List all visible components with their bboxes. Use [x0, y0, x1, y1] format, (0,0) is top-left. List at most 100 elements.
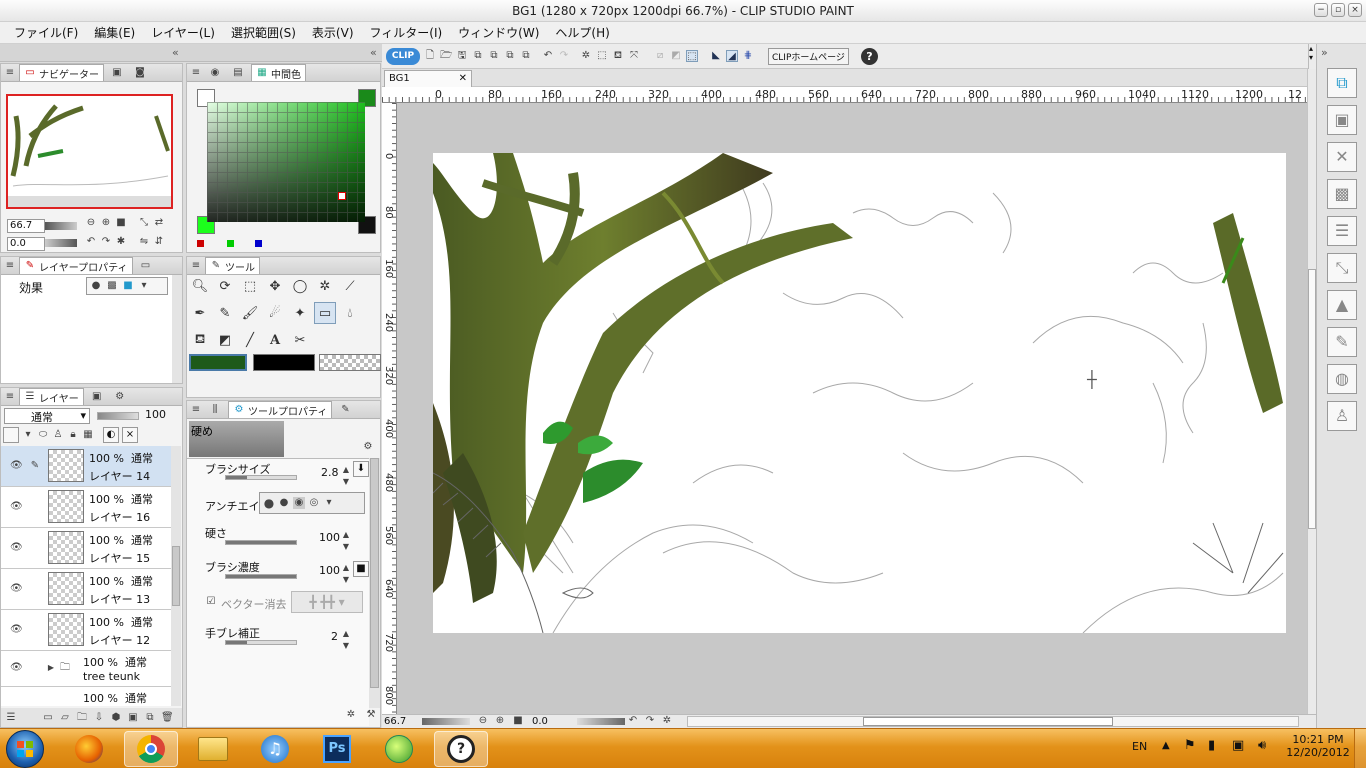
status-zoom[interactable]: 66.7: [384, 716, 422, 727]
clip-home-button[interactable]: CLIPホームページ: [768, 47, 849, 65]
opacity-slider[interactable]: [97, 412, 139, 420]
eye-icon[interactable]: 👁︎: [10, 542, 23, 554]
snap-grid-icon[interactable]: ⋕: [742, 50, 754, 62]
figure-tool-icon[interactable]: ╱: [239, 329, 261, 351]
antialias-weak-icon[interactable]: ●: [278, 497, 290, 509]
open-file-icon[interactable]: 🗁: [440, 50, 452, 62]
artwork-canvas[interactable]: [433, 153, 1286, 633]
layer-menu-icon[interactable]: ☰: [5, 712, 17, 724]
tab-layer-property[interactable]: ✎ レイヤープロパティ: [19, 257, 133, 274]
brush-tool-icon[interactable]: 🖌︎: [239, 302, 261, 324]
antialias-select[interactable]: ● ● ◉ ◎ ▾: [259, 492, 365, 514]
canvas-viewport[interactable]: ┼: [397, 103, 1307, 714]
device-icon[interactable]: ▮: [1208, 738, 1215, 753]
tab-color-set[interactable]: ▤: [228, 66, 248, 80]
chevron-down-icon[interactable]: ▾: [323, 497, 335, 509]
subtool-preview[interactable]: 硬め: [189, 421, 284, 457]
ruler-icon[interactable]: ⨯: [122, 427, 138, 443]
brush-size-value[interactable]: 2.8: [321, 466, 339, 479]
menu-view[interactable]: 表示(V): [304, 24, 362, 41]
material-perspective-icon[interactable]: ⤡: [1327, 253, 1357, 283]
tab-layers[interactable]: ☰ レイヤー: [19, 388, 84, 405]
duplicate-layer-icon[interactable]: ⧉: [144, 712, 156, 724]
redo-icon[interactable]: ↷: [558, 50, 570, 62]
horizontal-scrollbar[interactable]: [687, 716, 1299, 727]
status-zoom-slider[interactable]: [422, 718, 470, 725]
material-edit-icon[interactable]: ✎: [1327, 327, 1357, 357]
eye-icon[interactable]: 👁︎: [10, 624, 23, 636]
rotate-view-tool-icon[interactable]: ⟳: [214, 275, 236, 297]
brush-size-slider[interactable]: [225, 475, 297, 480]
lasso-tool-icon[interactable]: ◯: [289, 275, 311, 297]
snap-icon[interactable]: ⬚: [686, 50, 698, 62]
tab-subview[interactable]: ▣: [107, 66, 127, 80]
collapse-left-icon[interactable]: «: [172, 46, 179, 59]
show-area-icon[interactable]: ◩: [670, 50, 682, 62]
gradient-tool-icon[interactable]: ◩: [214, 329, 236, 351]
collapse-mid-icon[interactable]: «: [370, 46, 377, 59]
fill-tool-icon[interactable]: ⛾: [189, 329, 211, 351]
reset-settings-icon[interactable]: ✲: [345, 709, 357, 721]
flip-icon[interactable]: ⇄: [153, 217, 165, 229]
zoom-in-icon[interactable]: ⊕: [100, 217, 112, 229]
material-effect-icon[interactable]: ✕: [1327, 142, 1357, 172]
eraser-tool-icon[interactable]: ▭: [314, 302, 336, 324]
rotate-left-icon[interactable]: ↶: [627, 715, 639, 727]
layer-row[interactable]: 👁︎ 100 % 通常 レイヤー 13: [1, 569, 171, 610]
fill-icon[interactable]: ⛾: [612, 50, 624, 62]
tool-settings-icon[interactable]: ⚒: [365, 709, 377, 721]
status-rotation[interactable]: 0.0: [532, 716, 572, 727]
zoom-out-icon[interactable]: ⊖: [477, 715, 489, 727]
stepper-icon[interactable]: ▲ ▼: [340, 464, 352, 486]
antialias-strong-icon[interactable]: ◎: [308, 497, 320, 509]
vertical-scrollbar[interactable]: [1307, 69, 1316, 714]
status-rotation-slider[interactable]: [577, 718, 625, 725]
vector-erase-checkbox[interactable]: ☑: [205, 596, 217, 608]
antialias-medium-icon[interactable]: ◉: [293, 497, 305, 509]
airbrush-tool-icon[interactable]: ☄: [264, 302, 286, 324]
material-icon[interactable]: ⧉: [472, 50, 484, 62]
material-4-icon[interactable]: ⧉: [520, 50, 532, 62]
zoom-out-icon[interactable]: ⊖: [85, 217, 97, 229]
material-3d-icon[interactable]: ◍: [1327, 364, 1357, 394]
material-palette-icon[interactable]: ⧉: [1327, 68, 1357, 98]
combine-layer-icon[interactable]: ⬢: [110, 712, 122, 724]
density-slider[interactable]: [225, 574, 297, 579]
delete-layer-icon[interactable]: 🗑︎: [161, 712, 174, 724]
settings-icon[interactable]: ⚙: [362, 441, 374, 453]
clip-logo-button[interactable]: CLIP: [386, 47, 420, 65]
vector-erase-mode[interactable]: ╋ ╋╋ ▾: [291, 591, 363, 613]
rotate-left-icon[interactable]: ↶: [85, 236, 97, 248]
stepper-icon[interactable]: ▲ ▼: [340, 562, 352, 584]
firefox-icon[interactable]: [62, 731, 116, 767]
new-vector-layer-icon[interactable]: ▱: [59, 712, 71, 724]
itunes-icon[interactable]: ♫: [248, 731, 302, 767]
new-raster-layer-icon[interactable]: ▭: [42, 712, 54, 724]
eyedropper-tool-icon[interactable]: ⟋: [339, 275, 361, 297]
flip-vertical-icon[interactable]: ⇵: [153, 236, 165, 248]
pressure-icon[interactable]: ⬇: [353, 461, 369, 477]
tab-intermediate-color[interactable]: ▦ 中間色: [251, 64, 306, 81]
hardness-slider[interactable]: [225, 540, 297, 545]
hardness-value[interactable]: 100: [319, 531, 340, 544]
navigator-preview[interactable]: [6, 94, 173, 209]
actual-size-icon[interactable]: ■: [512, 715, 524, 727]
tool-property-scrollbar[interactable]: [369, 458, 380, 708]
property-scrollbar[interactable]: [172, 275, 182, 383]
sai-icon[interactable]: [372, 731, 426, 767]
layer-row[interactable]: 👁︎ ✎ 100 % 通常 レイヤー 14: [1, 446, 171, 487]
lock-icon[interactable]: 🔒︎: [67, 429, 79, 441]
chrome-icon[interactable]: [124, 731, 178, 767]
menu-help[interactable]: ヘルプ(H): [547, 24, 617, 41]
start-button[interactable]: [6, 730, 44, 768]
auto-select-tool-icon[interactable]: ✲: [314, 275, 336, 297]
selection-bounds-icon[interactable]: ⬚: [596, 50, 608, 62]
density-pressure-icon[interactable]: ■: [353, 561, 369, 577]
layer-folder-row[interactable]: 100 % 通常: [1, 687, 171, 706]
zoom-slider[interactable]: [45, 222, 77, 230]
material-image-icon[interactable]: ▲: [1327, 290, 1357, 320]
chevron-down-icon[interactable]: ▾: [22, 429, 34, 441]
hide-selection-icon[interactable]: ⧄: [654, 50, 666, 62]
stepper-icon[interactable]: ▲ ▼: [340, 628, 352, 650]
layer-row[interactable]: 👁︎ 100 % 通常 レイヤー 15: [1, 528, 171, 569]
